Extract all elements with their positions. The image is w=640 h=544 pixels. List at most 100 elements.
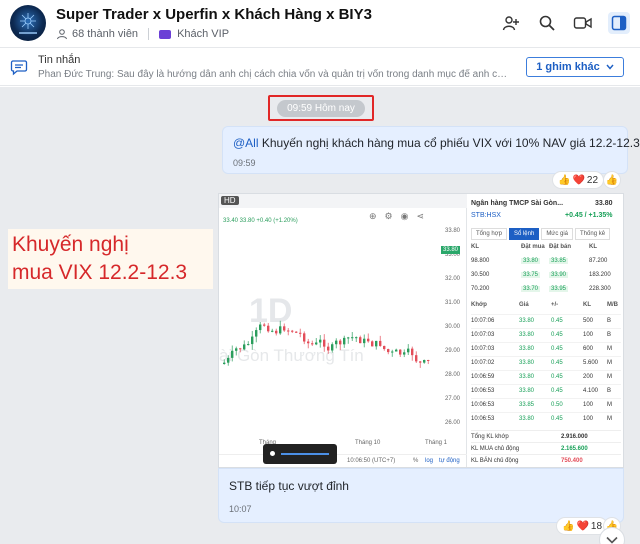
message-bubble[interactable]: STB tiếp tục vượt đỉnh 10:07 <box>218 468 624 523</box>
zoom-icon: ⊕ <box>369 211 377 221</box>
price-tick: 29.00 <box>445 348 461 354</box>
scroll-to-bottom-button[interactable] <box>599 527 625 544</box>
video-call-icon[interactable] <box>572 12 594 34</box>
panel-tab[interactable]: Thống kê <box>575 228 611 240</box>
trades-column-header: M/B <box>607 302 618 308</box>
trade-cell: M <box>607 416 612 422</box>
trade-cell: 0.45 <box>551 346 563 352</box>
candle-body <box>375 340 378 347</box>
message-time: 10:07 <box>229 504 252 514</box>
orderbook-row: 30.500 33.75 33.90 183.200 <box>471 270 621 282</box>
trade-cell: B <box>607 332 612 338</box>
orderbook-column-header: Đặt bán <box>549 244 572 250</box>
stock-info-panel: Ngân hàng TMCP Sài Gòn... 33.80 STB:HSX … <box>467 194 623 467</box>
member-count[interactable]: 68 thành viên <box>72 28 138 40</box>
trade-cell: B <box>607 388 612 394</box>
stock-price: 33.80 <box>595 200 613 207</box>
orderbook-cell: 33.85 <box>549 258 569 264</box>
sidebar-toggle-icon[interactable] <box>608 12 630 34</box>
trade-cell: 10:06:53 <box>471 416 495 422</box>
candlestick-series <box>223 320 430 368</box>
orderbook-column-header: KL <box>471 244 479 250</box>
candle-body <box>303 333 306 342</box>
candle-body <box>247 344 250 346</box>
media-player-bar[interactable] <box>263 444 337 464</box>
mention-all[interactable]: @All <box>233 136 259 150</box>
trade-row: 10:07:03 33.80 0.45 600 M <box>471 342 621 355</box>
candle-body <box>291 330 294 332</box>
pinned-message-bar[interactable]: Tin nhắn Phan Đức Trung: Sau đây là hướn… <box>0 48 640 86</box>
group-label[interactable]: Khách VIP <box>177 28 229 40</box>
date-separator-label: 09:59 Hôm nay <box>277 99 365 117</box>
trade-cell: 0.45 <box>551 374 563 380</box>
trade-cell: 500 <box>583 318 594 324</box>
candle-body <box>403 352 406 355</box>
candle-body <box>351 337 354 339</box>
camera-icon: ◉ <box>400 211 409 221</box>
trade-cell: 10:06:59 <box>471 374 495 380</box>
trades-column-header: KL <box>583 302 591 308</box>
trade-cell: 0.45 <box>551 416 563 422</box>
orderbook-column-header: KL <box>589 244 597 250</box>
candle-body <box>395 349 398 352</box>
candle-body <box>391 351 394 353</box>
overlay-line-1: Khuyến nghị <box>12 233 129 256</box>
summary-value: 750.400 <box>561 458 583 464</box>
more-pins-button[interactable]: 1 ghim khác <box>526 57 624 77</box>
stock-change: +0.45 / +1.35% <box>565 212 613 219</box>
add-member-icon[interactable] <box>500 12 522 34</box>
candle-body <box>267 325 270 332</box>
overlay-line-2: mua VIX 12.2-12.3 <box>12 261 188 284</box>
orderbook-cell: 33.80 <box>521 258 541 264</box>
settings-icon: ⚙ <box>384 211 393 221</box>
date-separator: 09:59 Hôm nay <box>268 95 374 121</box>
more-pins-label: 1 ghim khác <box>536 61 600 73</box>
price-tick: 30.00 <box>445 324 461 330</box>
trade-cell: B <box>607 318 612 324</box>
thumbs-up-icon: 👍 <box>562 520 575 532</box>
message-bubble[interactable]: @All Khuyến nghị khách hàng mua cổ phiếu… <box>222 126 640 174</box>
panel-tab[interactable]: Sổ lệnh <box>508 228 540 240</box>
quick-like-button[interactable]: 👍 <box>603 171 621 189</box>
trade-row: 10:07:06 33.80 0.45 500 B <box>471 314 621 327</box>
message-icon <box>10 58 28 81</box>
candle-body <box>231 350 234 358</box>
candle-body <box>263 324 266 326</box>
candle-body <box>415 355 418 362</box>
candle-body <box>275 330 278 334</box>
panel-tab[interactable]: Tổng hợp <box>471 228 507 240</box>
label-tag-icon <box>159 29 172 39</box>
orderbook-cell: 33.70 <box>521 286 541 292</box>
trade-row: 10:06:53 33.85 0.50 100 M <box>471 398 621 411</box>
orderbook-cell: 33.95 <box>549 286 569 292</box>
trade-cell: 33.85 <box>519 402 535 408</box>
trade-cell: M <box>607 346 612 352</box>
recommendation-overlay: Khuyến nghị mua VIX 12.2-12.3 <box>8 229 213 289</box>
reaction-count: 22 <box>586 174 599 186</box>
chat-area[interactable]: 09:59 Hôm nay @All Khuyến nghị khách hàn… <box>0 87 640 544</box>
candle-body <box>295 331 298 333</box>
orderbook-cell: 87.200 <box>589 258 608 264</box>
progress-bar <box>281 453 329 455</box>
orderbook-row: 98.800 33.80 33.85 87.200 <box>471 256 621 268</box>
trade-row: 10:06:53 33.80 0.45 4.100 B <box>471 384 621 397</box>
trades-column-header: Giá <box>519 302 529 308</box>
candle-body <box>323 339 326 347</box>
reaction-summary[interactable]: 👍 ❤️ 22 <box>552 171 605 189</box>
candle-body <box>339 340 342 345</box>
price-tick: 26.00 <box>445 420 461 426</box>
price-tick: 27.00 <box>445 396 461 402</box>
candle-body <box>331 344 334 351</box>
trade-cell: 5.600 <box>583 360 599 366</box>
group-avatar[interactable] <box>10 5 46 41</box>
pinned-text: Phan Đức Trung: Sau đây là hướng dẫn anh… <box>38 69 508 80</box>
candle-body <box>259 324 262 331</box>
chevron-down-icon <box>606 64 614 70</box>
panel-tab[interactable]: Mức giá <box>541 228 574 240</box>
trade-cell: 33.80 <box>519 416 535 422</box>
message-time: 09:59 <box>233 158 256 168</box>
search-icon[interactable] <box>536 12 558 34</box>
candle-body <box>399 349 402 355</box>
orderbook-cell: 33.90 <box>549 272 569 278</box>
chart-image-message[interactable]: HD ⊕ ⚙ ◉ ⋖ 33.40 33.80 +0.40 (+1.20%) 1D… <box>218 193 624 468</box>
